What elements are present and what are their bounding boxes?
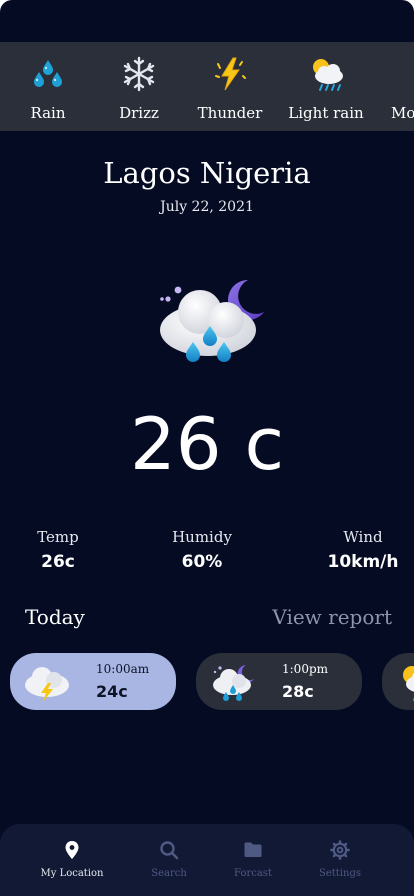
sun-cloud-rain-icon xyxy=(403,665,414,701)
view-report-link[interactable]: View report xyxy=(272,605,392,629)
hourly-info: 1:00pm 28c xyxy=(282,662,328,701)
city-name: Lagos Nigeria xyxy=(103,156,311,190)
location-pin-icon xyxy=(65,841,79,859)
thunder-cloud-icon xyxy=(25,666,69,702)
hourly-temp: 28c xyxy=(282,682,314,701)
condition-drizz[interactable]: Drizz xyxy=(89,42,189,131)
night-cloud-rain-icon xyxy=(160,280,264,362)
stat-temp-value: 26c xyxy=(41,552,75,572)
hourly-card[interactable]: 1:00pm 28c xyxy=(196,653,362,710)
hourly-card-partial[interactable] xyxy=(382,653,414,710)
hourly-info: 10:00am 24c xyxy=(96,662,149,701)
hourly-time: 1:00pm xyxy=(282,662,329,676)
night-cloud-rain-icon xyxy=(213,664,254,701)
condition-label: Rain xyxy=(30,104,66,122)
condition-thunder[interactable]: Thunder xyxy=(180,42,280,131)
nav-label: Forcast xyxy=(234,868,272,879)
search-icon xyxy=(160,841,179,860)
stat-temp: Temp 26c xyxy=(18,528,98,572)
nav-settings[interactable]: Settings xyxy=(295,840,385,879)
nav-my-location[interactable]: My Location xyxy=(27,840,117,879)
nav-forcast[interactable]: Forcast xyxy=(208,840,298,879)
stat-temp-label: Temp xyxy=(37,528,79,546)
folder-icon xyxy=(244,842,262,857)
nav-search[interactable]: Search xyxy=(124,840,214,879)
hourly-card-active[interactable]: 10:00am 24c xyxy=(10,653,176,710)
rain-drops-icon xyxy=(34,60,62,87)
snowflake-icon xyxy=(123,56,155,92)
weather-screen: Rain Drizz Thunder Light rain Mo Lagos N… xyxy=(0,0,414,896)
condition-partial[interactable]: Mo xyxy=(378,42,414,131)
stat-humidity-value: 60% xyxy=(181,552,223,572)
nav-label: Settings xyxy=(319,868,361,879)
stat-humidity: Humidy 60% xyxy=(157,528,247,572)
condition-label: Light rain xyxy=(288,104,364,122)
bottom-nav: My Location Search Forcast Settings xyxy=(0,824,414,896)
stat-humidity-label: Humidy xyxy=(172,528,232,546)
nav-label: My Location xyxy=(40,868,104,879)
condition-rain[interactable]: Rain xyxy=(0,42,98,131)
hourly-temp: 24c xyxy=(96,682,128,701)
hourly-time: 10:00am xyxy=(96,662,150,676)
stat-wind: Wind 10km/h xyxy=(318,528,408,572)
lightning-icon xyxy=(215,57,246,91)
date-text: July 22, 2021 xyxy=(160,199,254,215)
gear-icon xyxy=(330,840,350,860)
current-temperature: 26 c xyxy=(129,402,285,486)
sun-cloud-rain-icon xyxy=(313,59,343,91)
stat-wind-value: 10km/h xyxy=(327,552,399,572)
condition-label: Drizz xyxy=(119,104,159,122)
today-title: Today xyxy=(25,605,85,629)
condition-label: Thunder xyxy=(197,104,263,122)
stat-wind-label: Wind xyxy=(343,528,383,546)
condition-light-rain[interactable]: Light rain xyxy=(276,42,376,131)
nav-label: Search xyxy=(151,868,187,879)
partial-item-icon xyxy=(378,54,414,94)
condition-label: Mo xyxy=(391,104,414,122)
condition-strip[interactable]: Rain Drizz Thunder Light rain Mo xyxy=(0,42,414,131)
